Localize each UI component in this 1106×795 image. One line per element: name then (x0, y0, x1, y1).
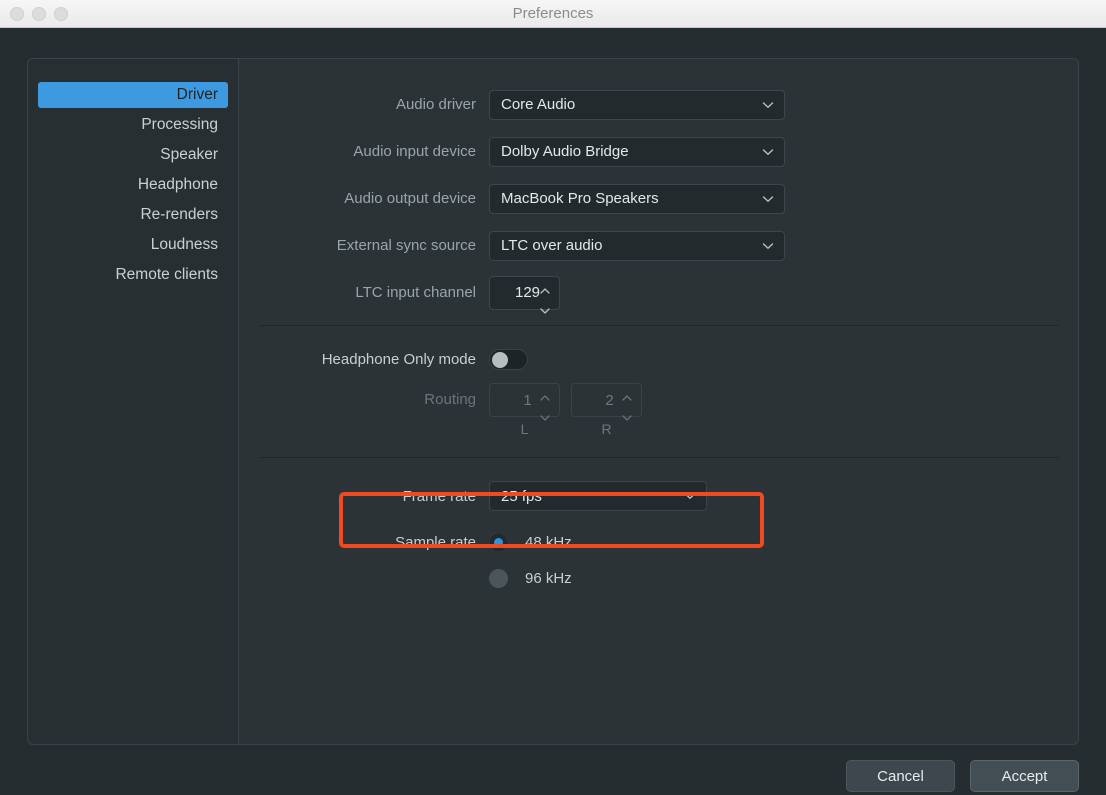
preferences-panel: Driver Processing Speaker Headphone Re-r… (27, 58, 1079, 745)
sidebar-item-re-renders[interactable]: Re-renders (38, 202, 228, 228)
window-titlebar: Preferences (0, 0, 1106, 28)
routing-row: Routing 1 (239, 383, 1078, 443)
audio-output-device-label: Audio output device (239, 190, 489, 207)
routing-label: Routing (239, 383, 489, 417)
radio-button-icon[interactable] (489, 533, 508, 552)
audio-input-device-label: Audio input device (239, 143, 489, 160)
external-sync-source-value: LTC over audio (501, 237, 602, 254)
chevron-down-icon[interactable] (621, 409, 633, 426)
preferences-sidebar: Driver Processing Speaker Headphone Re-r… (28, 59, 239, 744)
sidebar-item-label: Loudness (151, 236, 218, 253)
frame-rate-label: Frame rate (239, 488, 489, 505)
window-body: Driver Processing Speaker Headphone Re-r… (0, 28, 1106, 795)
section-divider-2 (260, 457, 1058, 458)
routing-right-stepper[interactable]: 2 (571, 383, 642, 417)
headphone-only-mode-row: Headphone Only mode (239, 336, 1078, 383)
routing-left: 1 L (489, 383, 560, 437)
dialog-footer: Cancel Accept (846, 760, 1079, 792)
sidebar-item-speaker[interactable]: Speaker (38, 142, 228, 168)
external-sync-source-row: External sync source LTC over audio (239, 222, 1078, 269)
accept-button[interactable]: Accept (970, 760, 1079, 792)
sidebar-item-driver[interactable]: Driver (38, 82, 228, 108)
chevron-down-icon (762, 99, 773, 110)
sidebar-item-label: Re-renders (140, 206, 218, 223)
audio-driver-label: Audio driver (239, 96, 489, 113)
chevron-down-icon[interactable] (539, 302, 551, 319)
window-title: Preferences (0, 5, 1106, 22)
chevron-down-icon (762, 193, 773, 204)
audio-input-device-value: Dolby Audio Bridge (501, 143, 629, 160)
sidebar-item-processing[interactable]: Processing (38, 112, 228, 138)
routing-left-stepper[interactable]: 1 (489, 383, 560, 417)
audio-driver-select[interactable]: Core Audio (489, 90, 785, 120)
audio-output-device-value: MacBook Pro Speakers (501, 190, 659, 207)
stepper-spinner[interactable] (539, 389, 551, 426)
audio-input-device-row: Audio input device Dolby Audio Bridge (239, 128, 1078, 175)
chevron-down-icon (684, 490, 695, 501)
chevron-up-icon[interactable] (539, 389, 551, 406)
routing-right: 2 R (571, 383, 642, 437)
routing-left-caption: L (521, 421, 529, 437)
stepper-spinner[interactable] (539, 282, 551, 319)
headphone-only-mode-label: Headphone Only mode (239, 351, 489, 368)
chevron-down-icon[interactable] (539, 409, 551, 426)
sidebar-item-label: Headphone (138, 176, 218, 193)
frame-rate-row: Frame rate 25 fps (239, 468, 1078, 524)
sample-rate-row: Sample rate 48 kHz (239, 524, 1078, 560)
audio-input-device-select[interactable]: Dolby Audio Bridge (489, 137, 785, 167)
audio-driver-value: Core Audio (501, 96, 575, 113)
frame-rate-value: 25 fps (501, 488, 542, 505)
sidebar-item-label: Processing (141, 116, 218, 133)
ltc-input-channel-stepper[interactable]: 129 (489, 276, 560, 310)
sample-rate-option-96[interactable]: 96 kHz (489, 560, 572, 596)
audio-output-device-row: Audio output device MacBook Pro Speakers (239, 175, 1078, 222)
cancel-button-label: Cancel (877, 768, 924, 785)
external-sync-source-select[interactable]: LTC over audio (489, 231, 785, 261)
sample-rate-label: Sample rate (239, 534, 489, 551)
sample-rate-option-label: 96 kHz (525, 570, 572, 587)
sample-rate-row-2: 96 kHz (239, 560, 1078, 596)
sidebar-item-label: Speaker (160, 146, 218, 163)
ltc-input-channel-label: LTC input channel (239, 284, 489, 301)
routing-steppers: 1 L (489, 383, 642, 437)
sidebar-item-label: Driver (177, 86, 218, 103)
sidebar-item-label: Remote clients (115, 266, 218, 283)
headphone-only-mode-toggle[interactable] (489, 349, 528, 370)
chevron-up-icon[interactable] (621, 389, 633, 406)
toggle-knob (492, 352, 508, 368)
driver-settings-pane: Audio driver Core Audio Audio input devi… (239, 59, 1078, 744)
section-divider-1 (260, 325, 1058, 326)
ltc-input-channel-row: LTC input channel 129 (239, 269, 1078, 316)
sidebar-item-loudness[interactable]: Loudness (38, 232, 228, 258)
chevron-down-icon (762, 240, 773, 251)
audio-output-device-select[interactable]: MacBook Pro Speakers (489, 184, 785, 214)
frame-rate-select[interactable]: 25 fps (489, 481, 707, 511)
external-sync-source-label: External sync source (239, 237, 489, 254)
sample-rate-option-label: 48 kHz (525, 534, 572, 551)
accept-button-label: Accept (1002, 768, 1048, 785)
radio-button-icon[interactable] (489, 569, 508, 588)
sidebar-item-remote-clients[interactable]: Remote clients (38, 262, 228, 288)
chevron-up-icon[interactable] (539, 282, 551, 299)
sample-rate-option-48[interactable]: 48 kHz (489, 524, 572, 560)
sidebar-item-headphone[interactable]: Headphone (38, 172, 228, 198)
stepper-spinner[interactable] (621, 389, 633, 426)
cancel-button[interactable]: Cancel (846, 760, 955, 792)
audio-driver-row: Audio driver Core Audio (239, 81, 1078, 128)
chevron-down-icon (762, 146, 773, 157)
routing-right-caption: R (601, 421, 611, 437)
